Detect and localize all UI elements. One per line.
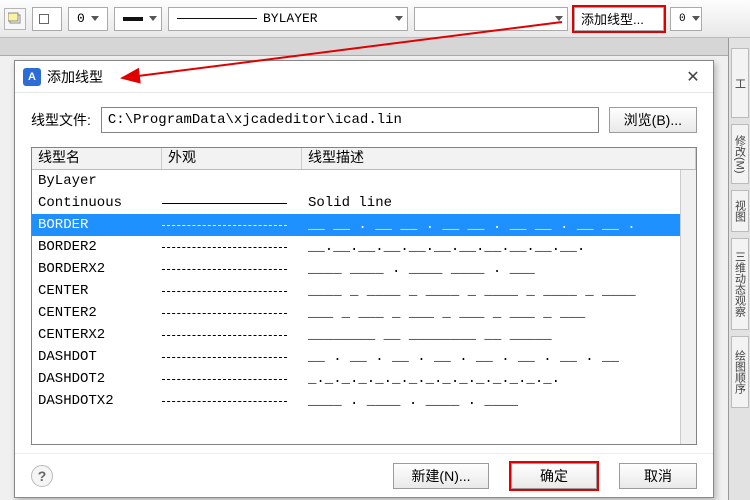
chevron-down-icon [555, 16, 563, 21]
linetype-description [302, 170, 696, 192]
add-linetype-dropdown[interactable]: 添加线型... [574, 7, 664, 31]
chevron-down-icon [395, 16, 403, 21]
linetype-name: BORDERX2 [32, 258, 162, 280]
col-header-description[interactable]: 线型描述 [302, 148, 696, 169]
linetype-description: ________ __ ________ __ _____ [302, 324, 696, 346]
table-row[interactable]: DASHDOTX2 ____ . ____ . ____ . ____ [32, 390, 696, 412]
linetype-appearance [162, 346, 302, 368]
side-tab-3[interactable]: 视图 [731, 190, 749, 232]
app-icon: A [23, 68, 41, 86]
linetype-name: DASHDOT2 [32, 368, 162, 390]
right-dock: 工 修改(M) 视图 三维动态观察 绘图顺序 [728, 38, 750, 500]
linetype-appearance [162, 324, 302, 346]
linetype-appearance [162, 192, 302, 214]
linetype-appearance [162, 258, 302, 280]
toolbar-trailing-value: 0 [679, 13, 686, 25]
browse-button[interactable]: 浏览(B)... [609, 107, 697, 133]
linetype-name: BORDER2 [32, 236, 162, 258]
linetype-name: CENTER [32, 280, 162, 302]
col-header-appearance[interactable]: 外观 [162, 148, 302, 169]
layer-index-dropdown[interactable]: 0 [68, 7, 108, 31]
linetype-description: __.__.__.__.__.__.__.__.__.__.__. [302, 236, 696, 258]
linetype-table: 线型名 外观 线型描述 ByLayerContinuousSolid lineB… [31, 147, 697, 445]
cancel-button[interactable]: 取消 [619, 463, 697, 489]
linetype-current-dropdown[interactable]: BYLAYER [168, 7, 408, 31]
linetype-appearance [162, 368, 302, 390]
layer-index-value: 0 [77, 11, 85, 26]
linetype-description: ____ ____ . ____ ____ . ___ [302, 258, 696, 280]
ok-button[interactable]: 确定 [511, 463, 597, 489]
linetype-name: CENTERX2 [32, 324, 162, 346]
linetype-description: Solid line [302, 192, 696, 214]
chevron-down-icon [91, 16, 99, 21]
toolbar-trailing-dropdown[interactable]: 0 [670, 7, 702, 31]
table-row[interactable]: CENTER ____ _ ____ _ ____ _ ____ _ ____ _… [32, 280, 696, 302]
table-row[interactable]: CENTERX2 ________ __ ________ __ _____ [32, 324, 696, 346]
linetype-description: _._._._._._._._._._._._._._._. [302, 368, 696, 390]
layer-color-swatch[interactable] [32, 7, 62, 31]
linetype-name: DASHDOT [32, 346, 162, 368]
chevron-down-icon [692, 16, 700, 21]
table-row[interactable]: Continuous Solid line [32, 192, 696, 214]
side-tab-5[interactable]: 绘图顺序 [731, 336, 749, 408]
file-path-input[interactable]: C:\ProgramData\xjcadeditor\icad.lin [101, 107, 599, 133]
table-row[interactable]: ByLayer [32, 170, 696, 192]
col-header-name[interactable]: 线型名 [32, 148, 162, 169]
table-row[interactable]: CENTER2 ___ _ ___ _ ___ _ ___ _ ___ _ ___ [32, 302, 696, 324]
linetype-description: __ __ . __ __ . __ __ . __ __ . __ __ . [302, 214, 696, 236]
linetype-appearance [162, 390, 302, 412]
table-row[interactable]: DASHDOT __ . __ . __ . __ . __ . __ . __ … [32, 346, 696, 368]
file-path-label: 线型文件: [31, 110, 91, 130]
linetype-name: Continuous [32, 192, 162, 214]
linetype-description: ____ . ____ . ____ . ____ [302, 390, 696, 412]
lineweight-dropdown[interactable] [114, 7, 162, 31]
side-tab-2[interactable]: 修改(M) [731, 124, 749, 184]
help-button[interactable]: ? [31, 465, 53, 487]
table-row[interactable]: BORDER2 __.__.__.__.__.__.__.__.__.__.__. [32, 236, 696, 258]
side-tab-4[interactable]: 三维动态观察 [731, 238, 749, 330]
linetype-name: CENTER2 [32, 302, 162, 324]
linetype-appearance [162, 280, 302, 302]
toolbar-extra-dropdown[interactable] [414, 7, 568, 31]
table-row[interactable]: DASHDOT2 _._._._._._._._._._._._._._._. [32, 368, 696, 390]
linetype-name: DASHDOTX2 [32, 390, 162, 412]
table-row[interactable]: BORDER __ __ . __ __ . __ __ . __ __ . __… [32, 214, 696, 236]
table-row[interactable]: BORDERX2 ____ ____ . ____ ____ . ___ [32, 258, 696, 280]
close-button[interactable]: ✕ [681, 65, 705, 89]
linetype-current-label: BYLAYER [263, 11, 318, 26]
linetype-appearance [162, 236, 302, 258]
linetype-appearance [162, 170, 302, 192]
layers-icon[interactable] [4, 8, 26, 30]
linetype-appearance [162, 214, 302, 236]
table-scrollbar[interactable] [680, 170, 696, 444]
add-linetype-label: 添加线型... [581, 9, 644, 28]
side-tab-1[interactable]: 工 [731, 48, 749, 118]
new-button[interactable]: 新建(N)... [393, 463, 489, 489]
chevron-down-icon [149, 16, 157, 21]
add-linetype-dialog: A 添加线型 ✕ 线型文件: C:\ProgramData\xjcadedito… [14, 60, 714, 498]
dialog-title: 添加线型 [47, 67, 681, 87]
linetype-name: ByLayer [32, 170, 162, 192]
linetype-description: __ . __ . __ . __ . __ . __ . __ . __ [302, 346, 696, 368]
linetype-appearance [162, 302, 302, 324]
linetype-description: ___ _ ___ _ ___ _ ___ _ ___ _ ___ [302, 302, 696, 324]
linetype-description: ____ _ ____ _ ____ _ ____ _ ____ _ ____ [302, 280, 696, 302]
linetype-name: BORDER [32, 214, 162, 236]
